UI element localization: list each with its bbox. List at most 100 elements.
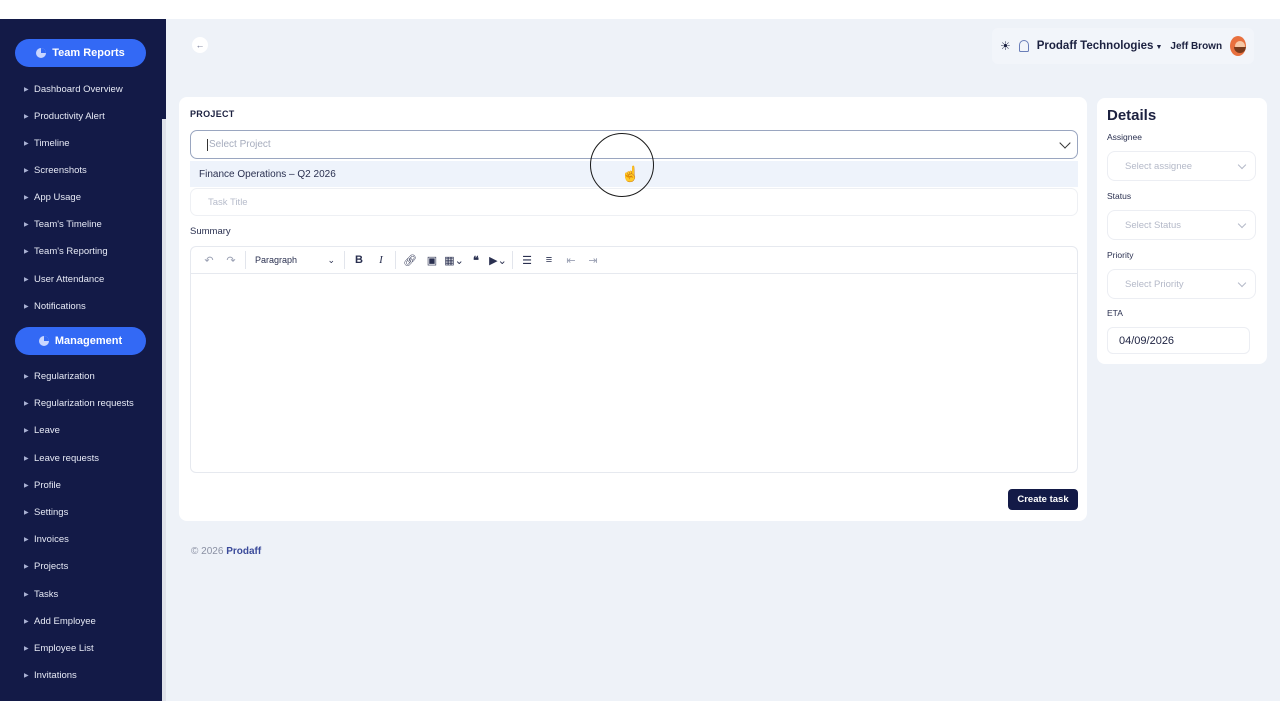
- caret-right-icon: ▶: [24, 304, 29, 310]
- sidebar-item-dashboard-overview[interactable]: ▶ Dashboard Overview: [24, 84, 123, 95]
- bold-icon[interactable]: B: [348, 249, 370, 271]
- sidebar-item-leave-requests[interactable]: ▶ Leave requests: [24, 453, 99, 464]
- project-select-placeholder: Select Project: [209, 139, 271, 150]
- italic-icon[interactable]: I: [370, 249, 392, 271]
- sidebar-item-invoices[interactable]: ▶ Invoices: [24, 534, 69, 545]
- management-label: Management: [54, 335, 123, 347]
- footer-brand-link[interactable]: Prodaff: [226, 546, 261, 557]
- priority-select[interactable]: Select Priority: [1107, 269, 1256, 299]
- assignee-select[interactable]: Select assignee: [1107, 151, 1256, 181]
- company-switcher[interactable]: Prodaff Technologies ▼: [1037, 40, 1163, 52]
- outdent-icon[interactable]: ⇤: [560, 249, 582, 271]
- status-select[interactable]: Select Status: [1107, 210, 1256, 240]
- sidebar-item-productivity-alert[interactable]: ▶ Productivity Alert: [24, 111, 105, 122]
- sidebar-item-leave[interactable]: ▶ Leave: [24, 425, 60, 436]
- sidebar-item-tasks[interactable]: ▶ Tasks: [24, 589, 58, 600]
- copyright-text: © 2026: [191, 546, 224, 557]
- sidebar: Team Reports ▶ Dashboard Overview ▶ Produc…: [0, 19, 166, 701]
- sidebar-item-regularization[interactable]: ▶ Regularization: [24, 371, 95, 382]
- bell-icon[interactable]: [1018, 40, 1029, 52]
- footer: © 2026 Prodaff: [191, 546, 261, 557]
- paragraph-dropdown[interactable]: Paragraph ⌄: [249, 249, 341, 271]
- caret-right-icon: ▶: [24, 374, 29, 380]
- avatar[interactable]: [1230, 36, 1246, 56]
- caret-right-icon: ▶: [24, 510, 29, 516]
- caret-right-icon: ▶: [24, 428, 29, 434]
- toolbar-divider: [512, 251, 513, 269]
- pie-chart-icon: [36, 48, 47, 58]
- chevron-down-icon: [1237, 278, 1247, 288]
- caret-right-icon: ▶: [24, 401, 29, 407]
- status-placeholder: Select Status: [1125, 219, 1181, 231]
- sidebar-item-screenshots[interactable]: ▶ Screenshots: [24, 165, 87, 176]
- text-cursor: [207, 138, 208, 151]
- assignee-placeholder: Select assignee: [1125, 160, 1193, 172]
- sidebar-item-label: Regularization requests: [34, 398, 134, 409]
- blockquote-icon[interactable]: ❝: [465, 249, 487, 271]
- chevron-down-icon: [1237, 219, 1247, 229]
- sidebar-item-user-attendance[interactable]: ▶ User Attendance: [24, 274, 104, 285]
- undo-icon[interactable]: ↶: [198, 249, 220, 271]
- status-label: Status: [1107, 191, 1132, 201]
- sidebar-item-profile[interactable]: ▶ Profile: [24, 480, 61, 491]
- sidebar-item-add-employee[interactable]: ▶ Add Employee: [24, 616, 96, 627]
- chevron-down-icon: [1237, 160, 1247, 170]
- editor-toolbar: ↶ ↷ Paragraph ⌄ B I 🔗︎ ▣ ▦⌄ ❝ ▶⌄ ☰ ≡ ⇤ ⇥: [191, 247, 1077, 274]
- eta-label: ETA: [1107, 308, 1123, 318]
- sidebar-item-label: Notifications: [34, 301, 86, 312]
- sidebar-item-label: Add Employee: [34, 616, 96, 627]
- sidebar-item-label: Leave: [34, 425, 60, 436]
- redo-icon[interactable]: ↷: [220, 249, 242, 271]
- caret-right-icon: ▶: [24, 195, 29, 201]
- caret-right-icon: ▶: [24, 483, 29, 489]
- sidebar-item-employee-list[interactable]: ▶ Employee List: [24, 643, 94, 654]
- caret-right-icon: ▶: [24, 249, 29, 255]
- caret-right-icon: ▶: [24, 277, 29, 283]
- sidebar-item-app-usage[interactable]: ▶ App Usage: [24, 192, 81, 203]
- indent-icon[interactable]: ⇥: [582, 249, 604, 271]
- sidebar-item-regularization-requests[interactable]: ▶ Regularization requests: [24, 398, 134, 409]
- sidebar-item-label: Invitations: [34, 670, 77, 681]
- sidebar-item-label: Invoices: [34, 534, 69, 545]
- summary-editor[interactable]: ↶ ↷ Paragraph ⌄ B I 🔗︎ ▣ ▦⌄ ❝ ▶⌄ ☰ ≡ ⇤ ⇥: [190, 246, 1078, 473]
- management-button[interactable]: Management: [15, 327, 146, 355]
- team-reports-button[interactable]: Team Reports: [15, 39, 146, 67]
- sidebar-item-teams-reporting[interactable]: ▶ Team's Reporting: [24, 246, 108, 257]
- media-embed-icon[interactable]: ▶⌄: [487, 249, 509, 271]
- sidebar-item-label: Settings: [34, 507, 69, 518]
- sidebar-item-teams-timeline[interactable]: ▶ Team's Timeline: [24, 219, 102, 230]
- toolbar-divider: [344, 251, 345, 269]
- caret-right-icon: ▶: [24, 619, 29, 625]
- sidebar-item-timeline[interactable]: ▶ Timeline: [24, 138, 70, 149]
- caret-right-icon: ▶: [24, 673, 29, 679]
- company-name: Prodaff Technologies: [1036, 40, 1154, 52]
- top-bar: ☀ Prodaff Technologies ▼ Jeff Brown: [992, 28, 1254, 64]
- numbered-list-icon[interactable]: ≡: [538, 249, 560, 271]
- caret-right-icon: ▶: [24, 456, 29, 462]
- user-name[interactable]: Jeff Brown: [1170, 41, 1222, 52]
- bulleted-list-icon[interactable]: ☰: [516, 249, 538, 271]
- sidebar-item-notifications[interactable]: ▶ Notifications: [24, 301, 86, 312]
- create-task-button[interactable]: Create task: [1008, 489, 1078, 510]
- sidebar-item-label: Team's Timeline: [34, 219, 102, 230]
- table-icon[interactable]: ▦⌄: [443, 249, 465, 271]
- caret-right-icon: ▶: [24, 537, 29, 543]
- image-upload-icon[interactable]: ▣: [421, 249, 443, 271]
- sidebar-item-label: Dashboard Overview: [34, 84, 123, 95]
- sidebar-item-projects[interactable]: ▶ Projects: [24, 561, 68, 572]
- priority-label: Priority: [1107, 250, 1134, 260]
- eta-date-input[interactable]: 04/09/2026: [1107, 327, 1250, 354]
- back-button[interactable]: ←: [192, 37, 208, 53]
- caret-right-icon: ▶: [24, 564, 29, 570]
- link-icon[interactable]: 🔗︎: [399, 249, 421, 271]
- caret-right-icon: ▶: [24, 141, 29, 147]
- project-label: PROJECT: [190, 109, 235, 119]
- caret-right-icon: ▶: [24, 222, 29, 228]
- details-panel: Details Assignee Select assignee Status …: [1097, 98, 1267, 364]
- sidebar-item-label: Timeline: [34, 138, 70, 149]
- theme-toggle-icon[interactable]: ☀: [1000, 39, 1011, 53]
- sidebar-item-settings[interactable]: ▶ Settings: [24, 507, 68, 518]
- toolbar-divider: [395, 251, 396, 269]
- sidebar-item-label: Tasks: [34, 589, 59, 600]
- sidebar-item-invitations[interactable]: ▶ Invitations: [24, 670, 77, 681]
